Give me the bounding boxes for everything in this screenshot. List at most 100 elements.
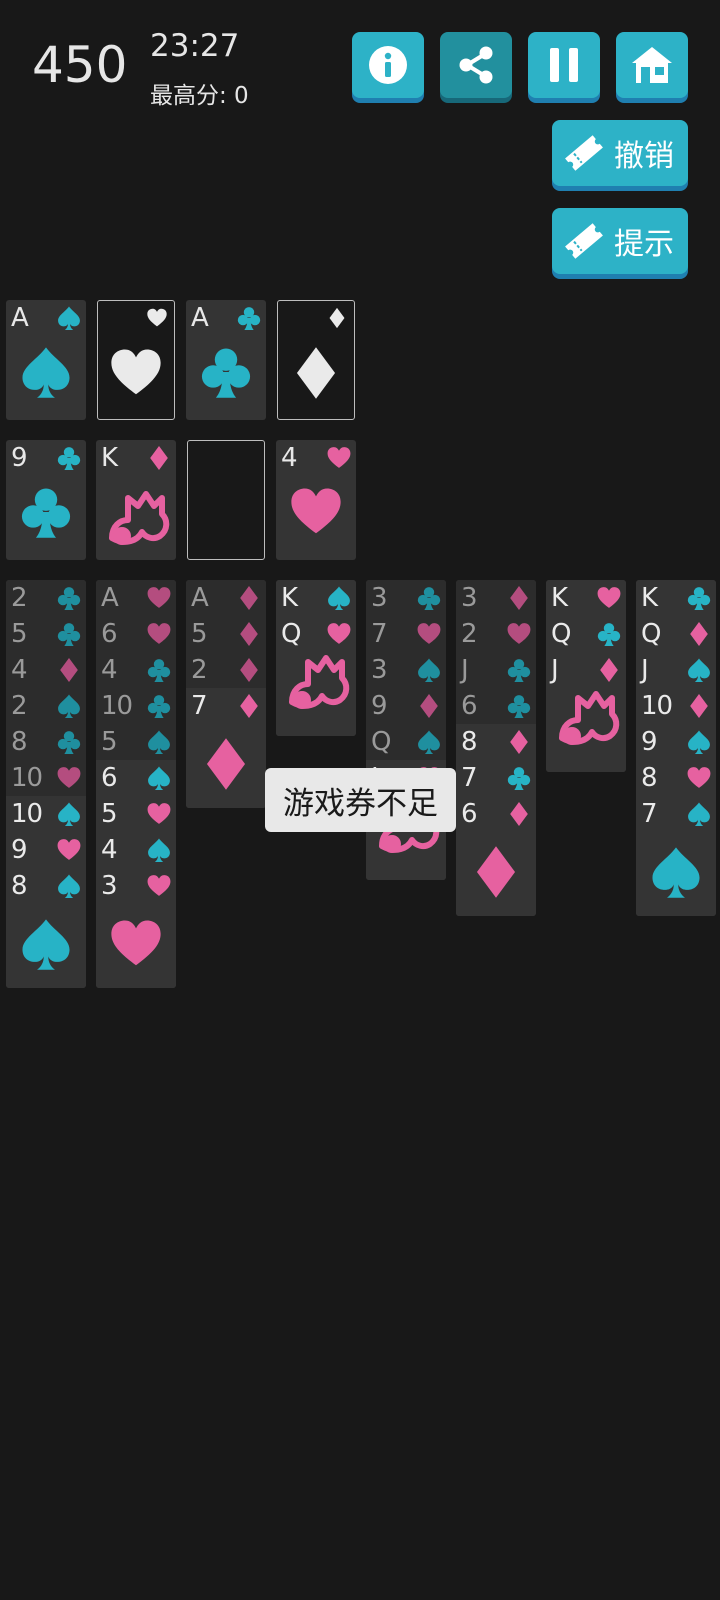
spade-icon (58, 694, 80, 718)
card[interactable]: 6 (456, 688, 536, 724)
club-icon (507, 767, 531, 790)
free-cell-card[interactable]: 9 (6, 440, 86, 560)
card-rank: 4 (101, 655, 118, 685)
card[interactable]: 7 (456, 760, 536, 796)
card[interactable]: 2 (6, 688, 86, 724)
card[interactable]: Q (636, 616, 716, 652)
card[interactable]: 2 (6, 580, 86, 616)
card-rank: A (191, 583, 209, 613)
spade-icon (148, 730, 170, 754)
card[interactable]: 3 (366, 652, 446, 688)
card[interactable]: A (96, 580, 176, 616)
diamond-icon (240, 622, 258, 646)
card-rank: 9 (11, 835, 28, 865)
card-rank: 3 (461, 583, 478, 613)
card[interactable]: K (276, 580, 356, 616)
spade-icon (148, 838, 170, 862)
club-icon (417, 587, 441, 610)
club-icon (57, 587, 81, 610)
card[interactable]: 10 (6, 796, 86, 832)
card[interactable]: 5 (186, 616, 266, 652)
card[interactable]: 2 (186, 652, 266, 688)
tableau-column[interactable]: KQ (276, 580, 356, 736)
tableau-column[interactable]: K Q J 10 9 8 7 (636, 580, 716, 916)
card[interactable]: 8 (6, 724, 86, 760)
spade-icon (58, 802, 80, 826)
spade-icon (418, 730, 440, 754)
card[interactable]: 6 (456, 796, 536, 832)
tableau-column[interactable]: 2 5 4 2 8 10 10 9 8 (6, 580, 86, 988)
card[interactable]: 6 (96, 616, 176, 652)
tableau-column[interactable]: 3739QJ (366, 580, 446, 880)
card[interactable]: A (186, 580, 266, 616)
heart-icon (327, 447, 351, 468)
card[interactable]: 9 (636, 724, 716, 760)
card[interactable]: 3 (456, 580, 536, 616)
diamond-icon (510, 802, 528, 826)
free-cell-card[interactable]: K (96, 440, 176, 560)
diamond-icon (150, 446, 168, 470)
foundation-pile-empty[interactable] (277, 300, 355, 420)
card[interactable]: 9 (6, 832, 86, 868)
card-rank: A (11, 303, 29, 333)
card[interactable]: 6 (96, 760, 176, 796)
undo-button[interactable]: 撤销 (552, 120, 688, 186)
diamond-icon (510, 730, 528, 754)
info-button[interactable] (352, 32, 424, 98)
club-icon (597, 623, 621, 646)
card[interactable]: 4 (6, 652, 86, 688)
card[interactable]: 8 (6, 868, 86, 904)
share-button[interactable] (440, 32, 512, 98)
card[interactable]: 2 (456, 616, 536, 652)
card-rank: Q (371, 727, 391, 757)
foundation-pile[interactable]: A (186, 300, 266, 420)
pause-button[interactable] (528, 32, 600, 98)
free-cell-empty[interactable] (187, 440, 265, 560)
card[interactable]: K (546, 580, 626, 616)
card[interactable]: 5 (96, 724, 176, 760)
card[interactable]: 7 (186, 688, 266, 724)
card[interactable]: 9 (366, 688, 446, 724)
card-rank: A (101, 583, 119, 613)
info-icon (369, 46, 407, 84)
spade-icon (58, 306, 80, 330)
card[interactable]: 4 (96, 832, 176, 868)
diamond-icon (240, 694, 258, 718)
card[interactable]: 3 (96, 868, 176, 904)
card[interactable]: J (456, 652, 536, 688)
card-rank: 4 (11, 655, 28, 685)
tableau-column[interactable]: A 6 4 10 5 6 5 4 3 (96, 580, 176, 988)
diamond-icon (329, 307, 345, 329)
card-rank: K (281, 583, 298, 613)
heart-icon (417, 623, 441, 644)
heart-icon (147, 623, 171, 644)
card[interactable]: 4 (96, 652, 176, 688)
tableau-column[interactable]: A 5 2 7 (186, 580, 266, 808)
card[interactable]: J (636, 652, 716, 688)
card[interactable]: Q (546, 616, 626, 652)
card[interactable]: 7 (636, 796, 716, 832)
card[interactable]: 7 (366, 616, 446, 652)
card[interactable]: 5 (6, 616, 86, 652)
club-icon (237, 307, 261, 330)
card[interactable]: 5 (96, 796, 176, 832)
card[interactable]: 10 (636, 688, 716, 724)
card[interactable]: 10 (96, 688, 176, 724)
card[interactable]: K (636, 580, 716, 616)
card[interactable]: Q (366, 724, 446, 760)
card[interactable]: 8 (636, 760, 716, 796)
card[interactable]: 3 (366, 580, 446, 616)
card-rank: 2 (191, 655, 208, 685)
hint-button[interactable]: 提示 (552, 208, 688, 274)
tableau-column[interactable]: 3 2 J 6 8 7 6 (456, 580, 536, 916)
diamond-icon (476, 846, 516, 898)
home-button[interactable] (616, 32, 688, 98)
heart-icon (147, 587, 171, 608)
free-cell-card[interactable]: 4 (276, 440, 356, 560)
card[interactable]: 10 (6, 760, 86, 796)
club-icon (57, 731, 81, 754)
tableau-column[interactable]: KQJ (546, 580, 626, 772)
foundation-pile[interactable]: A (6, 300, 86, 420)
card[interactable]: 8 (456, 724, 536, 760)
foundation-pile-empty[interactable] (97, 300, 175, 420)
